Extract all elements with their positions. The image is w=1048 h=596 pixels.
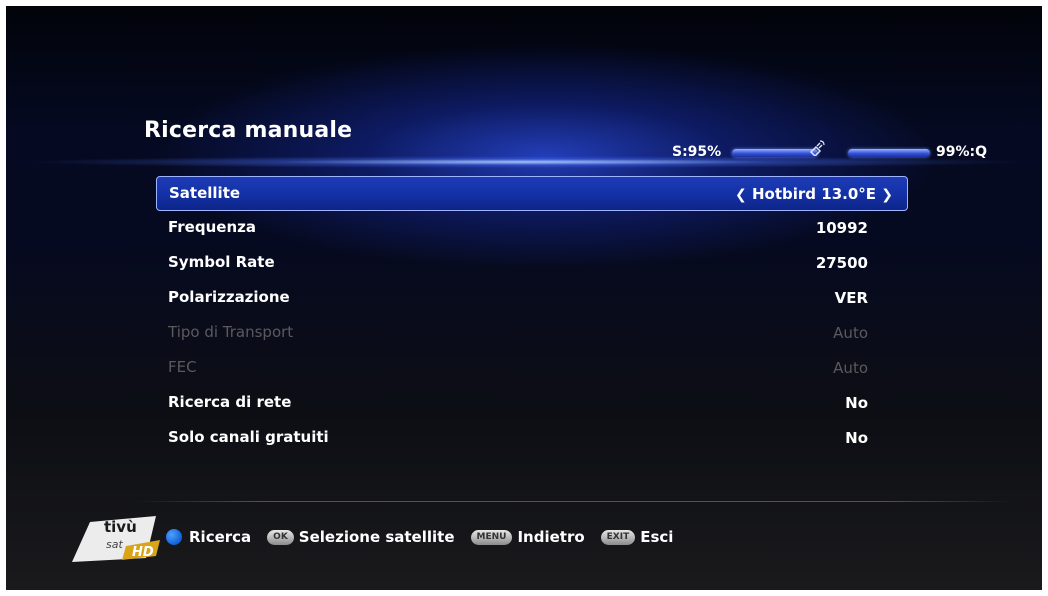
menu-row-ricerca-rete[interactable]: Ricerca di rete No — [156, 386, 908, 421]
logo-text: tivù — [104, 518, 137, 536]
menu-row-symbol-rate[interactable]: Symbol Rate 27500 — [156, 246, 908, 281]
logo-hd: HD — [132, 545, 154, 560]
menu-row-label: Frequenza — [168, 218, 256, 236]
menu-row-value: VER — [834, 289, 868, 307]
key-legend: Ricerca OK Selezione satellite MENU Indi… — [166, 525, 673, 549]
ok-key-icon[interactable]: OK — [267, 529, 294, 545]
menu-row-value: No — [845, 394, 868, 412]
menu-row-polarizzazione[interactable]: Polarizzazione VER — [156, 281, 908, 316]
signal-strength-label: S:95% — [672, 144, 722, 160]
menu-row-value: No — [845, 429, 868, 447]
menu-row-label: Symbol Rate — [168, 253, 275, 271]
menu-row-label: Solo canali gratuiti — [168, 428, 329, 446]
menu-row-label: Satellite — [169, 184, 241, 202]
menu-row-label: Tipo di Transport — [168, 323, 294, 341]
menu-row-tipo-transport: Tipo di Transport Auto — [156, 316, 908, 351]
exit-key-icon[interactable]: EXIT — [600, 529, 636, 545]
menu-row-value: 27500 — [815, 254, 868, 272]
settings-menu: Satellite ❮ Hotbird 13.0°E ❯ Frequenza 1… — [156, 172, 908, 456]
logo-sub: sat — [106, 538, 123, 551]
blue-button-icon[interactable] — [166, 529, 182, 545]
chevron-right-icon[interactable]: ❯ — [881, 187, 893, 203]
menu-row-fec: FEC Auto — [156, 351, 908, 386]
exit-key-label: Esci — [640, 528, 674, 546]
tivusat-hd-logo: tivù sat HD — [68, 506, 178, 566]
signal-quality-label: 99%:Q — [936, 144, 988, 160]
menu-row-solo-canali-gratuiti[interactable]: Solo canali gratuiti No — [156, 421, 908, 456]
menu-row-label: Ricerca di rete — [168, 393, 292, 411]
menu-row-satellite[interactable]: Satellite ❮ Hotbird 13.0°E ❯ — [156, 176, 908, 211]
menu-row-value: Auto — [833, 324, 868, 342]
menu-key-label: Indietro — [517, 528, 585, 546]
ok-key-label: Selezione satellite — [298, 528, 455, 546]
page-title: Ricerca manuale — [144, 118, 353, 143]
header-glow-line — [6, 156, 1042, 168]
satellite-icon — [806, 140, 828, 160]
signal-quality-bar — [848, 149, 930, 157]
menu-row-frequenza[interactable]: Frequenza 10992 — [156, 211, 908, 246]
footer-divider — [134, 501, 1014, 502]
menu-row-value: Auto — [833, 359, 868, 377]
blue-button-label: Ricerca — [189, 528, 252, 546]
chevron-left-icon[interactable]: ❮ — [735, 187, 747, 203]
satellite-value: Hotbird 13.0°E — [752, 185, 877, 203]
menu-key-icon[interactable]: MENU — [470, 529, 513, 545]
menu-row-value: 10992 — [815, 219, 868, 237]
menu-row-label: Polarizzazione — [168, 288, 290, 306]
menu-row-label: FEC — [168, 358, 197, 376]
tv-screen: Ricerca manuale S:95% 99%:Q Satellite ❮ … — [6, 6, 1042, 590]
menu-row-value[interactable]: ❮ Hotbird 13.0°E ❯ — [735, 185, 893, 203]
